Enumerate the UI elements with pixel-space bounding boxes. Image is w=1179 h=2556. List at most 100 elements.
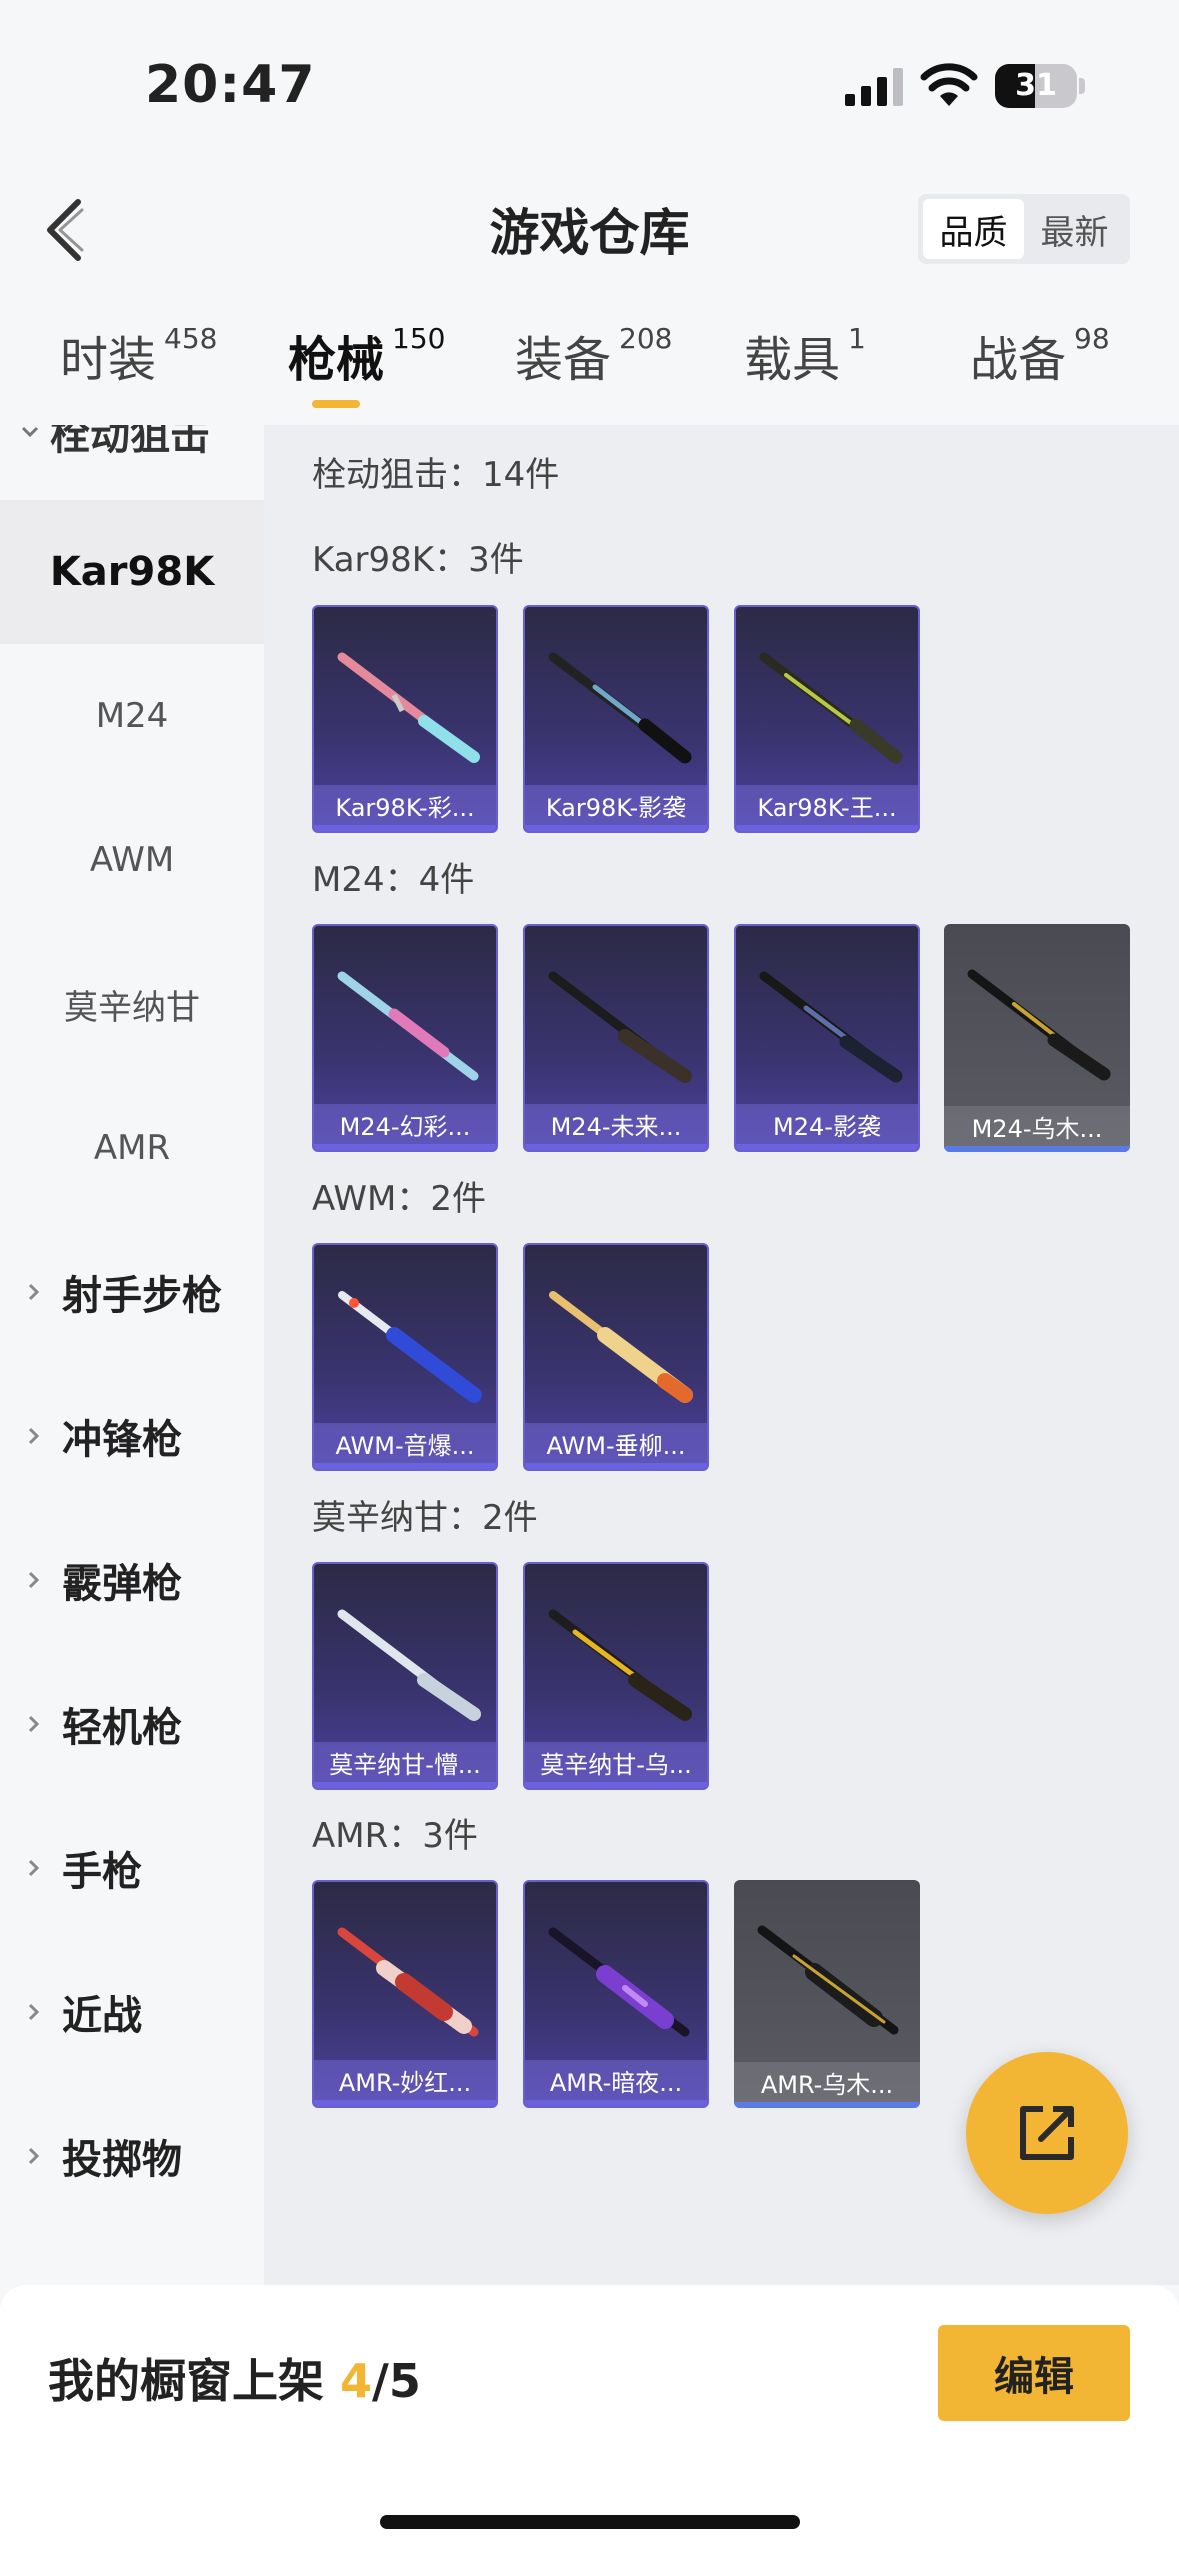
chevron-right-icon: [28, 1859, 40, 1877]
skin-name: M24-影袭: [736, 1104, 918, 1144]
chevron-right-icon: [28, 1571, 40, 1589]
rifle-icon: [757, 1925, 899, 2035]
tab-supplies[interactable]: 战备 98: [970, 320, 1110, 390]
chevron-right-icon: [28, 2003, 40, 2021]
skin-card[interactable]: AMR-乌木...: [734, 1880, 920, 2108]
rifle-icon: [337, 971, 479, 1081]
skin-name: M24-未来...: [525, 1104, 707, 1144]
sidebar: 栓动狙击 Kar98K M24 AWM 莫辛纳甘 AMR 射手步枪 冲锋枪 霰弹…: [0, 425, 264, 2285]
rifle-icon: [337, 652, 480, 763]
skin-card[interactable]: Kar98K-王...: [734, 605, 920, 833]
rifle-icon: [759, 971, 903, 1083]
sidebar-item-mosin[interactable]: 莫辛纳甘: [0, 932, 264, 1076]
sidebar-category-label: 手枪: [62, 1849, 142, 1895]
skin-name: M24-幻彩...: [314, 1104, 496, 1144]
showcase-label: 我的橱窗上架 4/5: [48, 2345, 421, 2411]
sort-toggle: 品质 最新: [918, 194, 1130, 264]
sidebar-category-label: 轻机枪: [62, 1705, 182, 1751]
chevron-right-icon: [28, 1283, 40, 1301]
rifle-icon: [337, 1609, 481, 1721]
skin-card[interactable]: 莫辛纳甘-懵...: [312, 1562, 498, 1790]
skin-name: 莫辛纳甘-乌...: [525, 1742, 707, 1782]
tab-label: 时装: [60, 332, 157, 388]
sidebar-category-label: 冲锋枪: [62, 1417, 182, 1463]
tab-fashion[interactable]: 时装 458: [60, 320, 217, 390]
skin-name: AWM-音爆...: [314, 1423, 496, 1463]
status-bar: 20:47 31: [0, 0, 1179, 160]
sidebar-item-kar98k[interactable]: Kar98K: [0, 500, 264, 644]
skin-card[interactable]: AMR-暗夜...: [523, 1880, 709, 2108]
sidebar-item-awm[interactable]: AWM: [0, 788, 264, 932]
category-summary: 栓动狙击：14件: [312, 455, 560, 495]
tab-label: 战备: [970, 332, 1067, 388]
sidebar-category-throwable[interactable]: 投掷物: [24, 2084, 182, 2228]
share-button[interactable]: [966, 2052, 1128, 2214]
home-indicator[interactable]: [380, 2515, 800, 2529]
skin-name: AMR-妙红...: [314, 2060, 496, 2100]
sidebar-category-lmg[interactable]: 轻机枪: [24, 1652, 182, 1796]
rifle-icon: [338, 1291, 482, 1403]
tab-vehicles[interactable]: 载具 1: [744, 320, 866, 390]
tab-count: 150: [392, 322, 446, 355]
item-grid-panel: 栓动狙击：14件 Kar98K：3件 Kar98K-彩... Kar98K-影袭…: [264, 425, 1179, 2285]
sidebar-category-label: 霰弹枪: [62, 1561, 182, 1607]
rifle-icon: [548, 1609, 692, 1721]
sidebar-item-amr[interactable]: AMR: [0, 1076, 264, 1220]
skin-card[interactable]: M24-幻彩...: [312, 924, 498, 1152]
sidebar-item-m24[interactable]: M24: [0, 644, 264, 788]
battery-icon: 31: [995, 64, 1077, 108]
active-tab-indicator: [312, 400, 360, 408]
skin-card[interactable]: AWM-音爆...: [312, 1243, 498, 1471]
skin-card[interactable]: Kar98K-彩...: [312, 605, 498, 833]
skin-card[interactable]: AMR-妙红...: [312, 1880, 498, 2108]
sidebar-category-smg[interactable]: 冲锋枪: [24, 1364, 182, 1508]
chevron-right-icon: [28, 2147, 40, 2165]
skin-card[interactable]: M24-乌木...: [944, 924, 1130, 1152]
showcase-current: 4: [340, 2354, 373, 2408]
section-heading: M24：4件: [312, 860, 475, 900]
rifle-icon: [549, 1291, 693, 1403]
sidebar-category-shotgun[interactable]: 霰弹枪: [24, 1508, 182, 1652]
chevron-right-icon: [28, 1427, 40, 1445]
sort-newest-button[interactable]: 最新: [1024, 199, 1125, 259]
showcase-total: /5: [372, 2354, 421, 2408]
tab-count: 208: [619, 322, 673, 355]
rifle-icon: [967, 969, 1111, 1081]
chevron-down-icon: [21, 426, 39, 438]
sidebar-category-label: 近战: [62, 1993, 142, 2039]
skin-card[interactable]: AWM-垂柳...: [523, 1243, 709, 1471]
skin-card[interactable]: 莫辛纳甘-乌...: [523, 1562, 709, 1790]
sort-quality-button[interactable]: 品质: [923, 199, 1024, 259]
skin-name: M24-乌木...: [944, 1106, 1130, 1146]
tab-guns[interactable]: 枪械 150: [288, 320, 445, 390]
category-tabs: 时装 458 枪械 150 装备 208 载具 1 战备 98: [0, 320, 1179, 420]
skin-card[interactable]: Kar98K-影袭: [523, 605, 709, 833]
sidebar-category-dmr[interactable]: 射手步枪: [24, 1220, 222, 1364]
skin-name: Kar98K-王...: [736, 785, 918, 825]
skin-card[interactable]: M24-未来...: [523, 924, 709, 1152]
skin-card[interactable]: M24-影袭: [734, 924, 920, 1152]
external-link-icon: [1020, 2106, 1074, 2160]
sidebar-category-label: 栓动狙击: [50, 425, 210, 459]
rifle-icon: [548, 652, 692, 764]
sidebar-category-label: 投掷物: [62, 2137, 182, 2183]
sidebar-category-bolt-action[interactable]: 栓动狙击: [20, 425, 210, 461]
section-heading: AWM：2件: [312, 1179, 486, 1219]
tab-label: 装备: [515, 332, 612, 388]
rifle-icon: [548, 971, 692, 1083]
skin-name: AMR-乌木...: [734, 2062, 920, 2102]
edit-button[interactable]: 编辑: [938, 2325, 1130, 2421]
tab-equipment[interactable]: 装备 208: [515, 320, 672, 390]
sidebar-category-melee[interactable]: 近战: [24, 1940, 142, 2084]
section-heading: 莫辛纳甘：2件: [312, 1498, 538, 1538]
cellular-signal-icon: [845, 68, 903, 106]
wifi-icon: [920, 63, 978, 106]
battery-level: 31: [1015, 68, 1057, 103]
skin-name: AMR-暗夜...: [525, 2060, 707, 2100]
sidebar-category-pistol[interactable]: 手枪: [24, 1796, 142, 1940]
skin-name: 莫辛纳甘-懵...: [314, 1742, 496, 1782]
section-heading: Kar98K：3件: [312, 540, 524, 580]
tab-count: 1: [848, 322, 866, 355]
skin-name: AWM-垂柳...: [525, 1423, 707, 1463]
tab-label: 枪械: [288, 332, 385, 388]
